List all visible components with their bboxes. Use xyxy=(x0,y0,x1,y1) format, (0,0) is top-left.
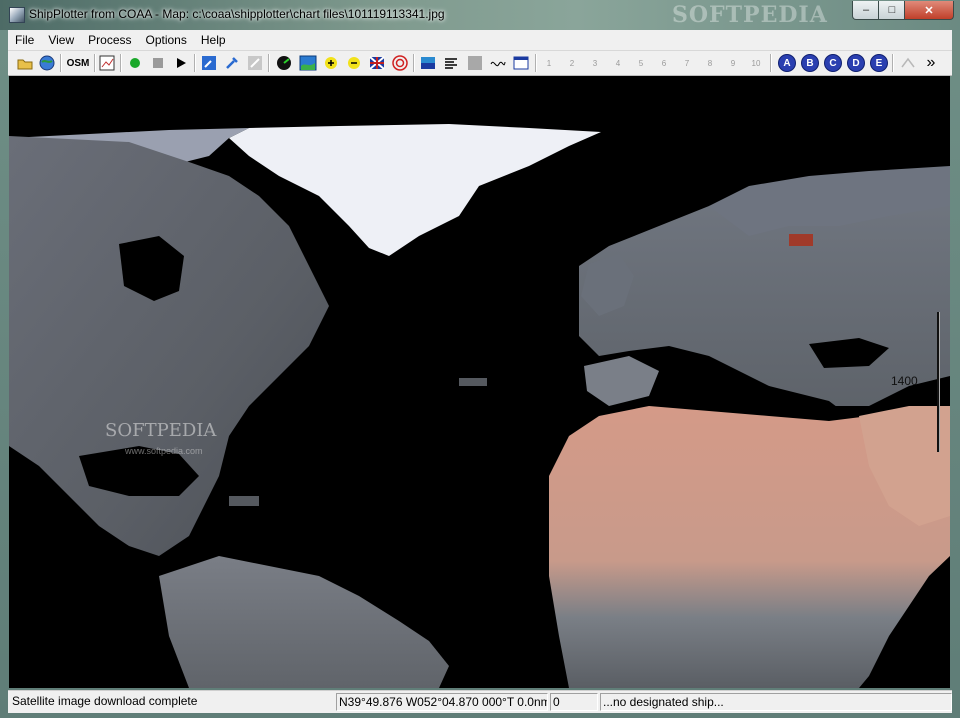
preset-8-button[interactable]: 8 xyxy=(701,54,719,72)
close-button[interactable]: ✕ xyxy=(904,1,954,20)
status-bar: Satellite image download complete N39°49… xyxy=(8,690,952,713)
azores-islands xyxy=(459,378,487,386)
menu-help[interactable]: Help xyxy=(194,33,233,47)
waypoint-a-button[interactable]: A xyxy=(778,54,796,72)
target-icon[interactable] xyxy=(391,54,409,72)
zoom-in-icon[interactable] xyxy=(322,54,340,72)
osm-button[interactable]: OSM xyxy=(66,54,90,72)
waypoint-b-button[interactable]: B xyxy=(801,54,819,72)
waypoint-e-button[interactable]: E xyxy=(870,54,888,72)
preset-5-button[interactable]: 5 xyxy=(632,54,650,72)
toolbar-separator xyxy=(120,54,122,72)
preset-4-button[interactable]: 4 xyxy=(609,54,627,72)
waypoint-c-button[interactable]: C xyxy=(824,54,842,72)
caribbean-islands xyxy=(229,496,259,506)
disabled-route-icon[interactable] xyxy=(899,54,917,72)
window-title: ShipPlotter from COAA - Map: c:\coaa\shi… xyxy=(29,7,445,21)
iberia xyxy=(584,356,659,406)
preset-2-button[interactable]: 2 xyxy=(563,54,581,72)
scale-bar xyxy=(937,312,940,452)
menu-bar: File View Process Options Help xyxy=(8,30,952,51)
status-count: 0 xyxy=(550,693,598,711)
status-ship: ...no designated ship... xyxy=(600,693,952,711)
toolbar-separator xyxy=(194,54,196,72)
preset-9-button[interactable]: 9 xyxy=(724,54,742,72)
title-bar[interactable]: ShipPlotter from COAA - Map: c:\coaa\shi… xyxy=(0,0,960,30)
start-icon[interactable] xyxy=(126,54,144,72)
waypoint-d-button[interactable]: D xyxy=(847,54,865,72)
satellite-map[interactable]: 1400 SOFTPEDIA www.softpedia.com xyxy=(9,76,950,688)
chart-icon[interactable] xyxy=(98,54,116,72)
layers-icon[interactable] xyxy=(419,54,437,72)
minimize-button[interactable]: – xyxy=(852,1,880,20)
preset-10-button[interactable]: 10 xyxy=(747,54,765,72)
radar-icon[interactable] xyxy=(275,54,293,72)
map-imagery xyxy=(9,124,950,688)
list-icon[interactable] xyxy=(442,54,460,72)
toolbar-separator xyxy=(535,54,537,72)
app-window: ShipPlotter from COAA - Map: c:\coaa\shi… xyxy=(0,0,960,718)
grey-square-icon[interactable] xyxy=(466,54,484,72)
menu-file[interactable]: File xyxy=(8,33,41,47)
status-position: N39°49.876 W052°04.870 000°T 0.0nm xyxy=(336,693,548,711)
preset-7-button[interactable]: 7 xyxy=(678,54,696,72)
toolbar-separator xyxy=(268,54,270,72)
status-message: Satellite image download complete xyxy=(12,694,198,708)
wave-icon[interactable] xyxy=(489,54,507,72)
disabled-tool-icon[interactable] xyxy=(246,54,264,72)
softpedia-url: www.softpedia.com xyxy=(125,446,203,456)
play-icon[interactable] xyxy=(172,54,190,72)
wrench-icon[interactable] xyxy=(200,54,218,72)
preset-3-button[interactable]: 3 xyxy=(586,54,604,72)
globe-icon[interactable] xyxy=(38,54,56,72)
flag-icon[interactable] xyxy=(368,54,386,72)
app-icon[interactable] xyxy=(9,7,25,23)
toolbar-overflow-button[interactable]: » xyxy=(922,54,940,72)
menu-options[interactable]: Options xyxy=(139,33,194,47)
toolbar-separator xyxy=(892,54,894,72)
softpedia-watermark: SOFTPEDIA xyxy=(105,420,217,441)
window-icon[interactable] xyxy=(512,54,530,72)
toolbar-separator xyxy=(770,54,772,72)
toolbar-separator xyxy=(413,54,415,72)
menu-process[interactable]: Process xyxy=(81,33,138,47)
satellite-map-icon[interactable] xyxy=(299,54,317,72)
toolbar-separator xyxy=(94,54,96,72)
russia-marker xyxy=(789,234,813,246)
scale-label: 1400 xyxy=(891,374,918,388)
softpedia-watermark-title: SOFTPEDIA xyxy=(672,2,828,28)
tools-icon[interactable] xyxy=(223,54,241,72)
toolbar-separator xyxy=(60,54,62,72)
preset-1-button[interactable]: 1 xyxy=(540,54,558,72)
stop-icon[interactable] xyxy=(149,54,167,72)
preset-6-button[interactable]: 6 xyxy=(655,54,673,72)
menu-view[interactable]: View xyxy=(41,33,81,47)
toolbar: OSM 1 2 3 4 5 6 7 8 9 10 A B C D E » xyxy=(8,51,952,76)
maximize-button[interactable]: □ xyxy=(878,1,906,20)
zoom-out-icon[interactable] xyxy=(345,54,363,72)
south-america xyxy=(159,556,449,688)
open-folder-icon[interactable] xyxy=(16,54,34,72)
